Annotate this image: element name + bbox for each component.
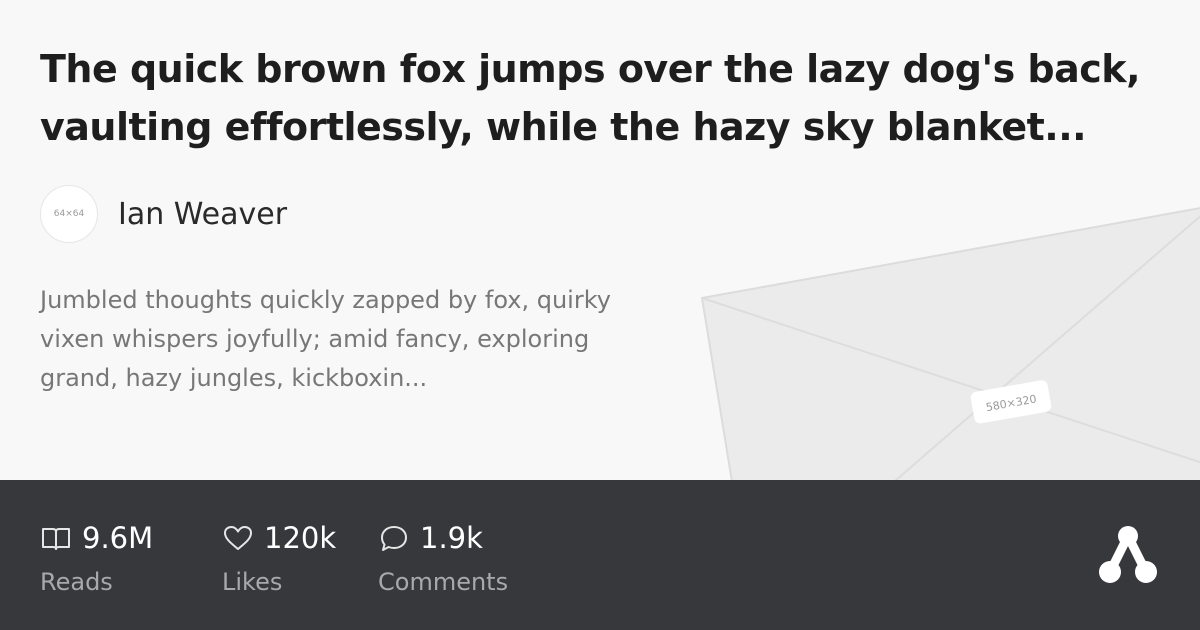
likes-count: 120k — [264, 521, 337, 555]
cover-image-placeholder: 580×320 — [700, 207, 1200, 480]
card-header-area: The quick brown fox jumps over the lazy … — [0, 0, 1200, 480]
stats-bar: 9.6M Reads 120k Likes 1.9k Comments — [0, 480, 1200, 630]
reads-count: 9.6M — [82, 521, 154, 555]
share-logo-icon[interactable] — [1094, 525, 1162, 587]
likes-label: Likes — [222, 568, 283, 596]
comment-icon — [381, 526, 407, 551]
reads-label: Reads — [40, 568, 113, 596]
story-card: The quick brown fox jumps over the lazy … — [0, 0, 1200, 630]
heart-icon — [224, 526, 252, 550]
comments-label: Comments — [378, 568, 509, 596]
comments-count: 1.9k — [420, 521, 483, 555]
stat-likes: 120k Likes — [222, 520, 336, 596]
book-icon — [42, 528, 70, 550]
stat-reads: 9.6M Reads — [40, 520, 153, 596]
stat-comments: 1.9k Comments — [378, 520, 508, 596]
